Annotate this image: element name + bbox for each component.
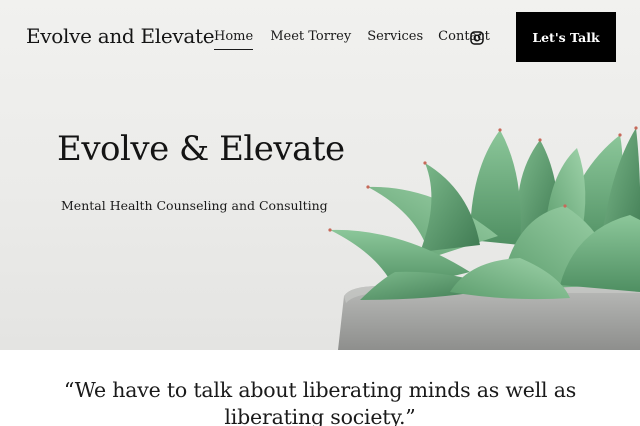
nav-services-link[interactable]: Services: [367, 29, 423, 50]
site-header: Evolve and Elevate Home Meet Torrey Serv…: [0, 0, 640, 74]
quote-text: “We have to talk about liberating minds …: [63, 378, 577, 426]
hero-section: Evolve and Elevate Home Meet Torrey Serv…: [0, 0, 640, 350]
main-nav: Home Meet Torrey Services Contact: [214, 29, 490, 50]
lets-talk-button[interactable]: Let's Talk: [516, 12, 616, 62]
hero-title: Evolve & Elevate: [57, 129, 345, 169]
hero-subtitle: Mental Health Counseling and Consulting: [61, 198, 328, 213]
nav-home-link[interactable]: Home: [214, 29, 254, 50]
site-title-link[interactable]: Evolve and Elevate: [26, 24, 215, 48]
instagram-icon[interactable]: [470, 30, 484, 45]
nav-meet-torrey-link[interactable]: Meet Torrey: [270, 29, 351, 50]
